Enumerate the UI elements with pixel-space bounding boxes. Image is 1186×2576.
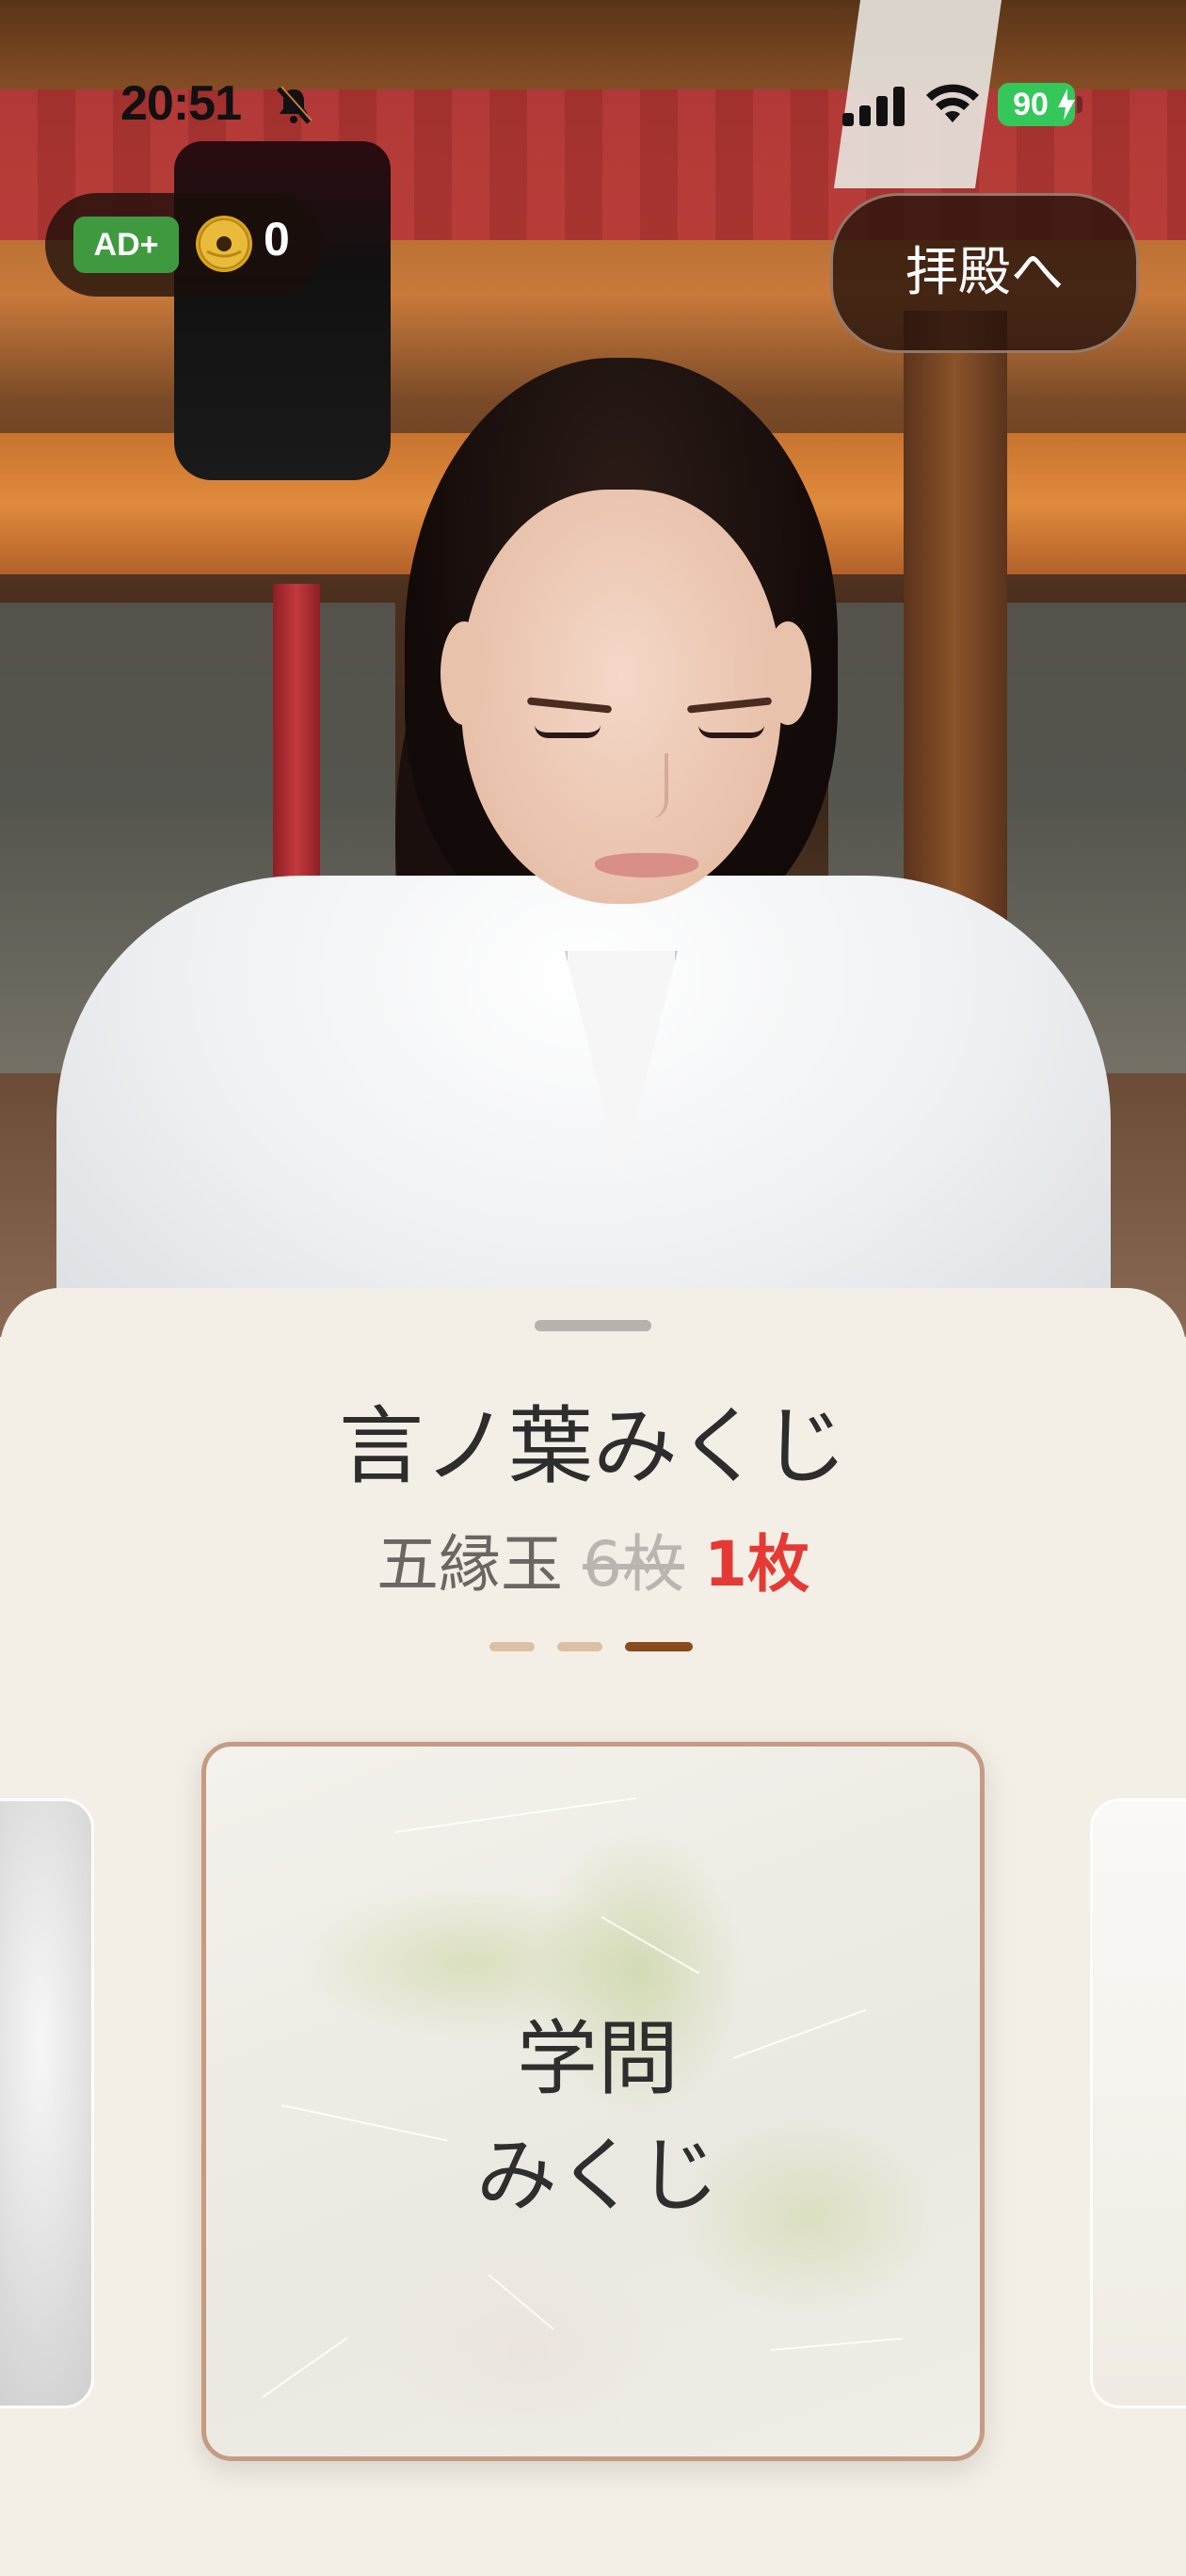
next-omikuji-card[interactable] (1090, 1798, 1186, 2408)
coin-count: 0 (264, 213, 290, 266)
card-label: 学問 みくじ (206, 2001, 980, 2234)
bell-slash-icon (277, 86, 313, 124)
sheet-drag-handle[interactable] (535, 1320, 651, 1331)
five-yen-coin-icon (196, 216, 252, 272)
go-to-shrine-button[interactable]: 拝殿へ (830, 193, 1139, 353)
card-label-line1: 学問 (517, 2012, 679, 2106)
sale-price: 1枚 (704, 1528, 809, 1601)
page-dot[interactable] (489, 1642, 535, 1651)
status-bar: 20:51 90 (0, 75, 1186, 141)
page-indicator (489, 1642, 697, 1651)
card-label-line2: みくじ (476, 2129, 719, 2223)
current-omikuji-card[interactable]: 学問 みくじ (201, 1742, 985, 2461)
old-price: 6枚 (583, 1528, 685, 1601)
page-dot-active[interactable] (625, 1642, 693, 1651)
battery-charging-icon: 90 (998, 83, 1082, 126)
status-time: 20:51 (120, 76, 242, 131)
currency-name: 五縁玉 (377, 1528, 564, 1601)
charging-bolt-icon (1058, 89, 1075, 121)
ad-plus-button[interactable]: AD+ (73, 217, 179, 273)
currency-pill[interactable]: AD+ 0 (45, 193, 324, 297)
price-line: 五縁玉 6枚 1枚 (0, 1514, 1186, 1604)
previous-omikuji-card[interactable] (0, 1798, 94, 2408)
page-dot[interactable] (557, 1642, 602, 1651)
wifi-icon (926, 84, 979, 122)
battery-level: 90 (1013, 87, 1049, 122)
sheet-title: 言ノ葉みくじ (339, 1397, 847, 1496)
cellular-signal-icon (842, 87, 905, 126)
